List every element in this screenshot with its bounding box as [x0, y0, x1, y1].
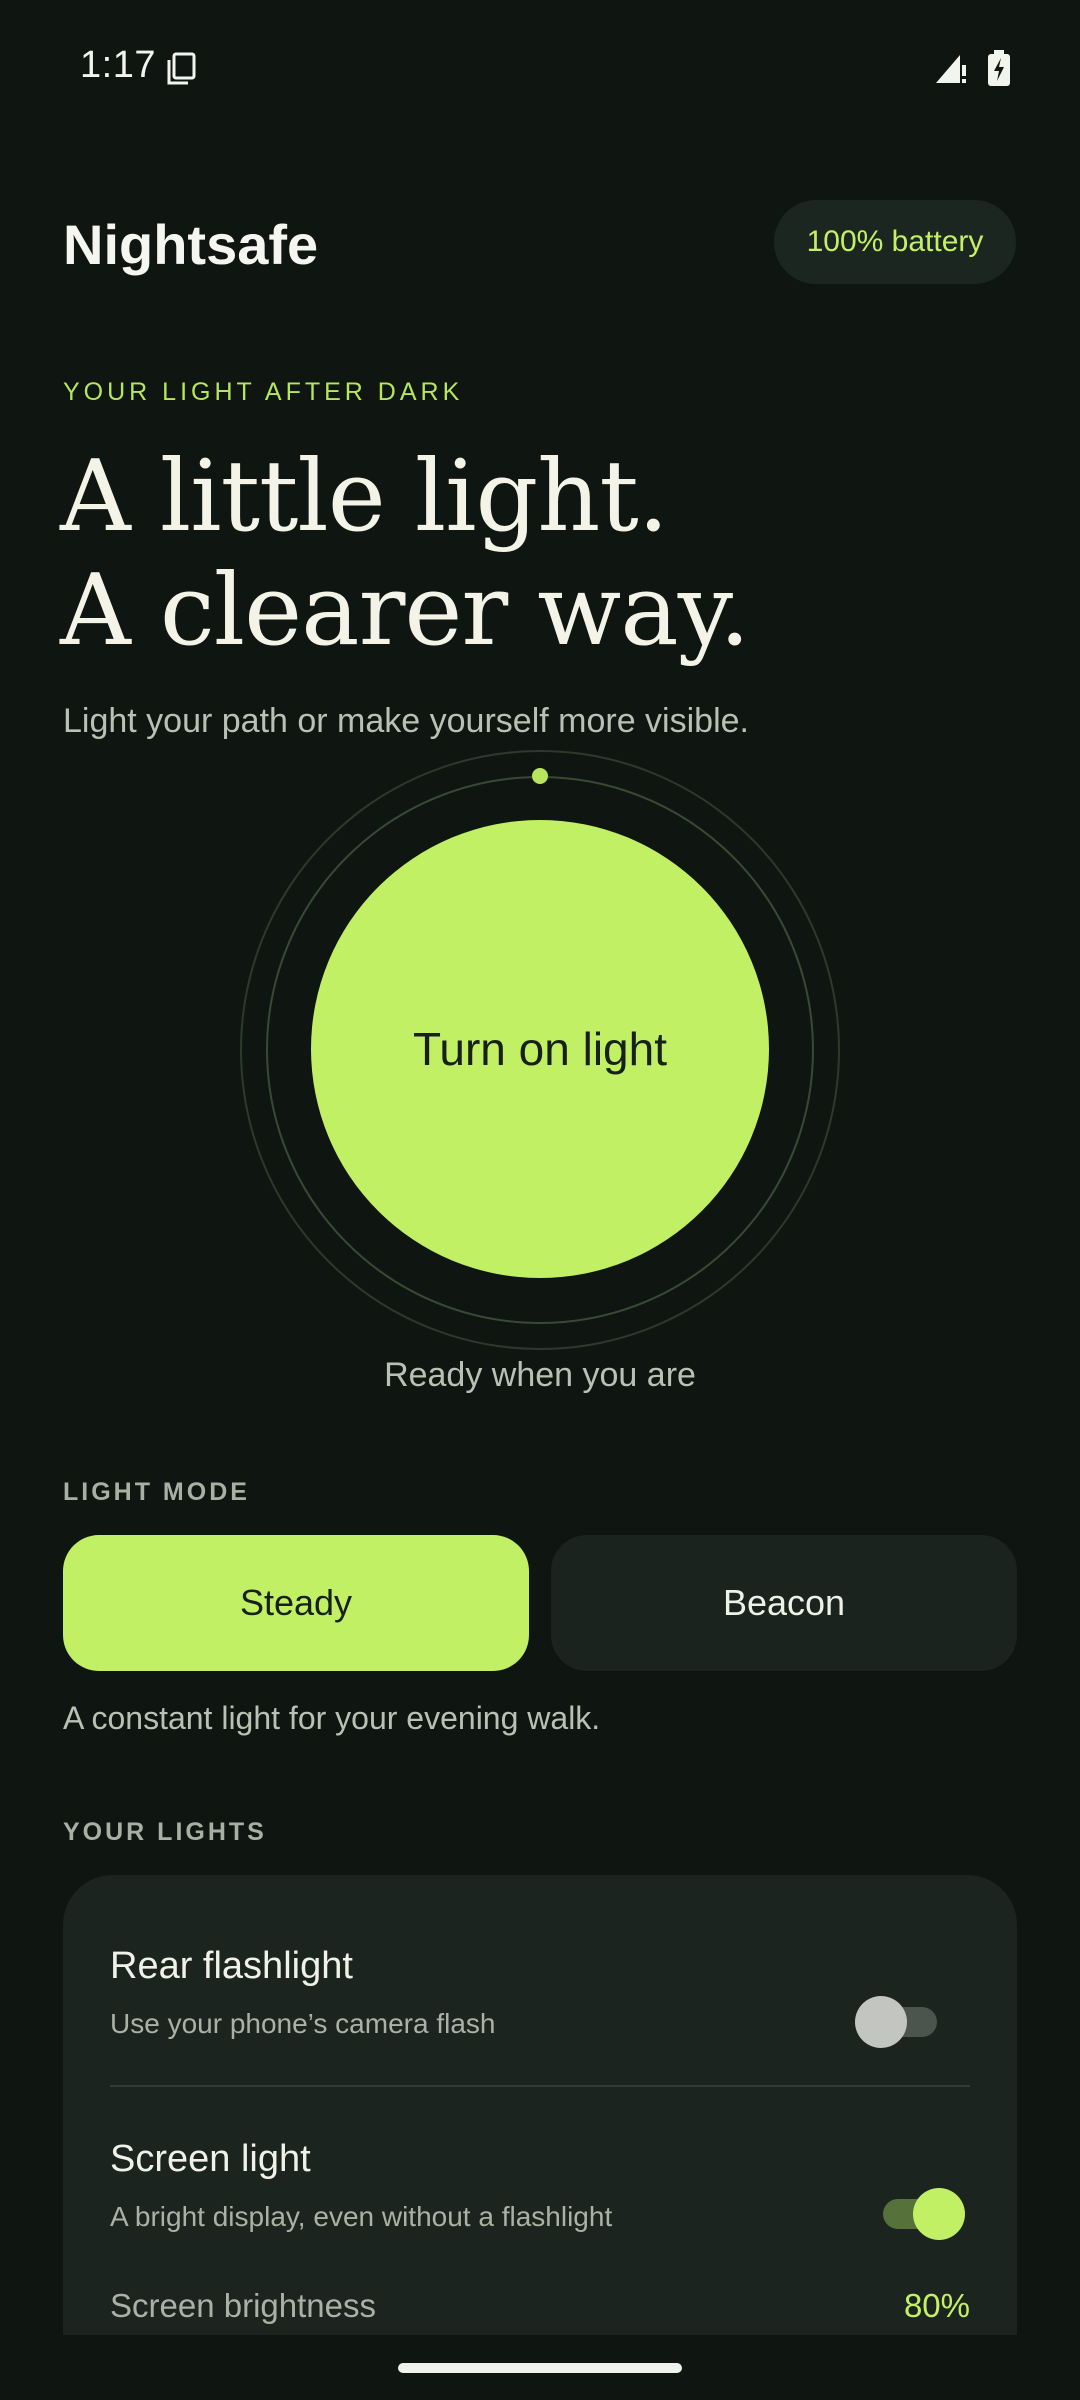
your-lights-label: YOUR LIGHTS	[63, 1818, 267, 1846]
turn-on-light-button[interactable]: Turn on light	[311, 820, 769, 1278]
signal-icon	[936, 55, 966, 83]
mode-beacon-button[interactable]: Beacon	[551, 1535, 1017, 1671]
hero-subtitle: Light your path or make yourself more vi…	[63, 702, 749, 740]
headline-line-2: A clearer way.	[60, 554, 750, 668]
light-control: Turn on light	[0, 740, 1080, 1360]
rear-flashlight-title: Rear flashlight	[110, 1945, 353, 1987]
divider	[110, 2085, 970, 2087]
screen-brightness-label: Screen brightness	[110, 2287, 376, 2324]
screen-brightness-value: 80%	[903, 2287, 970, 2324]
battery-badge: 100% battery	[774, 200, 1016, 284]
home-indicator[interactable]	[398, 2363, 682, 2373]
light-status: Ready when you are	[384, 1356, 696, 1394]
status-bar: 1:17	[0, 0, 1080, 136]
screen-light-title: Screen light	[110, 2138, 311, 2180]
toggle-thumb	[913, 2188, 965, 2240]
ring-indicator-dot	[532, 768, 548, 784]
screen-copy-icon	[167, 52, 196, 85]
status-time: 1:17	[80, 44, 156, 86]
light-mode-label: LIGHT MODE	[63, 1478, 250, 1506]
lights-card: Rear flashlight Use your phone’s camera …	[63, 1875, 1017, 2335]
screen-light-subtitle: A bright display, even without a flashli…	[110, 2201, 613, 2232]
headline-line-1: A little light.	[60, 440, 669, 554]
hero-eyebrow: YOUR LIGHT AFTER DARK	[63, 378, 464, 406]
rear-flashlight-subtitle: Use your phone’s camera flash	[110, 2008, 496, 2039]
app-title: Nightsafe	[63, 213, 319, 276]
screen-light-toggle[interactable]	[875, 2183, 965, 2243]
battery-charging-icon	[988, 50, 1010, 86]
mode-steady-button[interactable]: Steady	[63, 1535, 529, 1671]
mode-description: A constant light for your evening walk.	[63, 1700, 601, 1736]
hero-headline: A little light. A clearer way.	[60, 440, 750, 668]
rear-flashlight-toggle[interactable]	[855, 1991, 945, 2051]
status-icons	[934, 50, 1010, 86]
toggle-thumb	[855, 1996, 907, 2048]
